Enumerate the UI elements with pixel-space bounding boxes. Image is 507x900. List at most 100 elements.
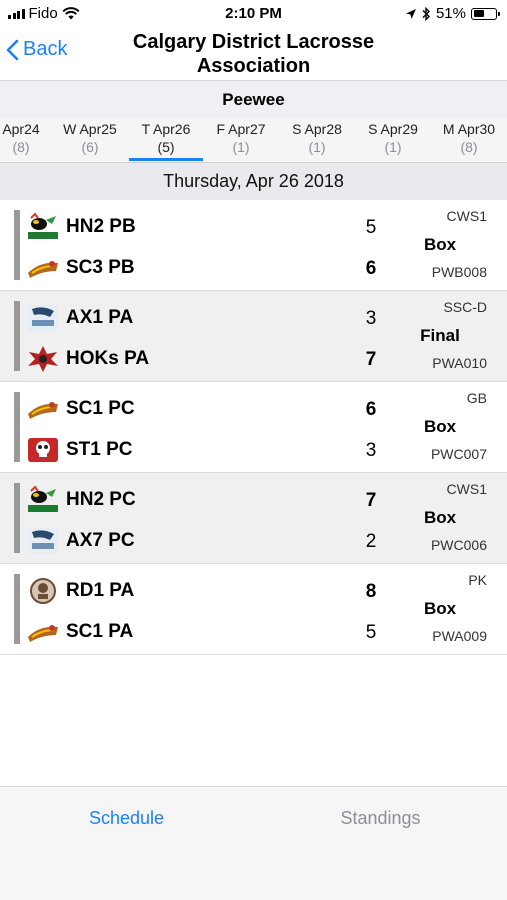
team-score: 3 [365, 440, 377, 461]
day-game-count: (6) [81, 139, 99, 155]
day-label: F Apr27 [216, 121, 266, 137]
battery-fill [473, 10, 484, 17]
day-label: S Apr28 [292, 121, 342, 137]
game-location: SSC-D [443, 299, 487, 315]
game-location: CWS1 [446, 481, 487, 497]
back-label: Back [23, 38, 68, 60]
game-code: PWC007 [430, 446, 487, 462]
game-indicator-bar [14, 392, 20, 462]
day-label: T Apr26 [141, 121, 191, 137]
bluetooth-icon [422, 6, 430, 21]
game-type: Box [423, 417, 457, 436]
game-indicator-bar [14, 483, 20, 553]
team-name: HN2 PB [66, 216, 136, 237]
team-score: 3 [365, 308, 377, 329]
team-score: 7 [365, 490, 377, 511]
game-code: PWB008 [431, 264, 487, 280]
game-indicator-bar [14, 210, 20, 280]
game-type: Box [423, 235, 457, 254]
game-row[interactable]: HN2 PB 5 SC3 PB 6 CWS1 Box PWB008 [0, 200, 507, 291]
home-team: HN2 PC [26, 482, 366, 518]
team-score: 5 [365, 217, 377, 238]
axemen-logo-icon [26, 526, 60, 556]
game-type: Box [423, 508, 457, 527]
status-right: 51% [405, 5, 500, 22]
page-title-line2: Association [196, 55, 311, 77]
away-team: SC3 PB [26, 250, 366, 286]
status-bar: Fido 2:10 PM 51% [0, 0, 507, 28]
day-tab[interactable]: W Apr25 (6) [50, 120, 130, 156]
day-game-count: (1) [308, 139, 326, 155]
away-team: ST1 PC [26, 432, 366, 468]
game-location: GB [466, 390, 487, 406]
nav-bar: Back Calgary District Lacrosse Associati… [0, 28, 507, 80]
location-arrow-icon [405, 8, 416, 19]
page-title: Calgary District Lacrosse Association [100, 30, 407, 78]
game-code: PWC006 [430, 537, 487, 553]
team-name: SC1 PC [66, 398, 135, 419]
saints-logo-icon [26, 394, 60, 424]
game-type: Box [423, 599, 457, 618]
team-name: AX7 PC [66, 530, 135, 551]
day-game-count: (8) [460, 139, 478, 155]
saints-logo-icon [26, 617, 60, 647]
raiders-logo-icon [26, 576, 60, 606]
tab-bar: Schedule Standings [0, 786, 507, 850]
game-code: PWA009 [432, 628, 487, 644]
home-team: RD1 PA [26, 573, 366, 609]
day-selector: Apr24 (8) W Apr25 (6) T Apr26 (5) F Apr27 (1) S … [0, 118, 507, 163]
team-score: 6 [365, 399, 377, 420]
skull-logo-icon [26, 435, 60, 465]
game-indicator-bar [14, 301, 20, 371]
page-title-line1: Calgary District Lacrosse [132, 31, 375, 53]
team-score: 7 [365, 349, 377, 370]
day-tab[interactable]: T Apr26 (5) [126, 120, 206, 156]
day-game-count: (1) [384, 139, 402, 155]
game-code: PWA010 [432, 355, 487, 371]
day-label: W Apr25 [63, 121, 117, 137]
team-score: 8 [365, 581, 377, 602]
selected-day-indicator [129, 158, 203, 161]
team-score: 5 [365, 622, 377, 643]
hornets-logo-icon [26, 485, 60, 515]
home-team: SC1 PC [26, 391, 366, 427]
team-name: SC3 PB [66, 257, 135, 278]
battery-icon [471, 7, 500, 20]
chevron-left-icon [6, 39, 19, 60]
day-label: S Apr29 [368, 121, 418, 137]
day-label: M Apr30 [442, 121, 496, 137]
day-game-count: (1) [232, 139, 250, 155]
saints-logo-icon [26, 253, 60, 283]
team-name: HOKs PA [66, 348, 150, 369]
day-tab[interactable]: M Apr30 (8) [429, 120, 507, 156]
battery-cap [498, 11, 500, 16]
team-name: HN2 PC [66, 489, 136, 510]
battery-percent: 51% [435, 5, 466, 22]
day-game-count: (5) [157, 139, 175, 155]
day-tab[interactable]: S Apr29 (1) [353, 120, 433, 156]
back-button[interactable]: Back [6, 38, 67, 61]
game-row[interactable]: RD1 PA 8 SC1 PA 5 PK Box PWA009 [0, 564, 507, 655]
game-row[interactable]: SC1 PC 6 ST1 PC 3 GB Box PWC007 [0, 382, 507, 473]
game-type: Final [420, 326, 460, 345]
hoks-logo-icon [26, 344, 60, 374]
home-team: AX1 PA [26, 300, 366, 336]
day-tab[interactable]: F Apr27 (1) [201, 120, 281, 156]
tab-schedule[interactable]: Schedule [0, 787, 253, 849]
team-name: AX1 PA [66, 307, 134, 328]
division-header: Peewee [0, 80, 507, 119]
team-score: 6 [365, 258, 377, 279]
game-row[interactable]: AX1 PA 3 HOKs PA 7 SSC-D Final PWA010 [0, 291, 507, 382]
tab-standings[interactable]: Standings [254, 787, 507, 849]
date-header: Thursday, Apr 26 2018 [0, 163, 507, 200]
team-name: ST1 PC [66, 439, 133, 460]
day-tab[interactable]: S Apr28 (1) [277, 120, 357, 156]
game-location: PK [468, 572, 487, 588]
away-team: AX7 PC [26, 523, 366, 559]
away-team: SC1 PA [26, 614, 366, 650]
away-team: HOKs PA [26, 341, 366, 377]
game-row[interactable]: HN2 PC 7 AX7 PC 2 CWS1 Box PWC006 [0, 473, 507, 564]
team-score: 2 [365, 531, 377, 552]
games-list: HN2 PB 5 SC3 PB 6 CWS1 Box PWB008 AX1 PA 3 HOKs P… [0, 200, 507, 655]
game-indicator-bar [14, 574, 20, 644]
